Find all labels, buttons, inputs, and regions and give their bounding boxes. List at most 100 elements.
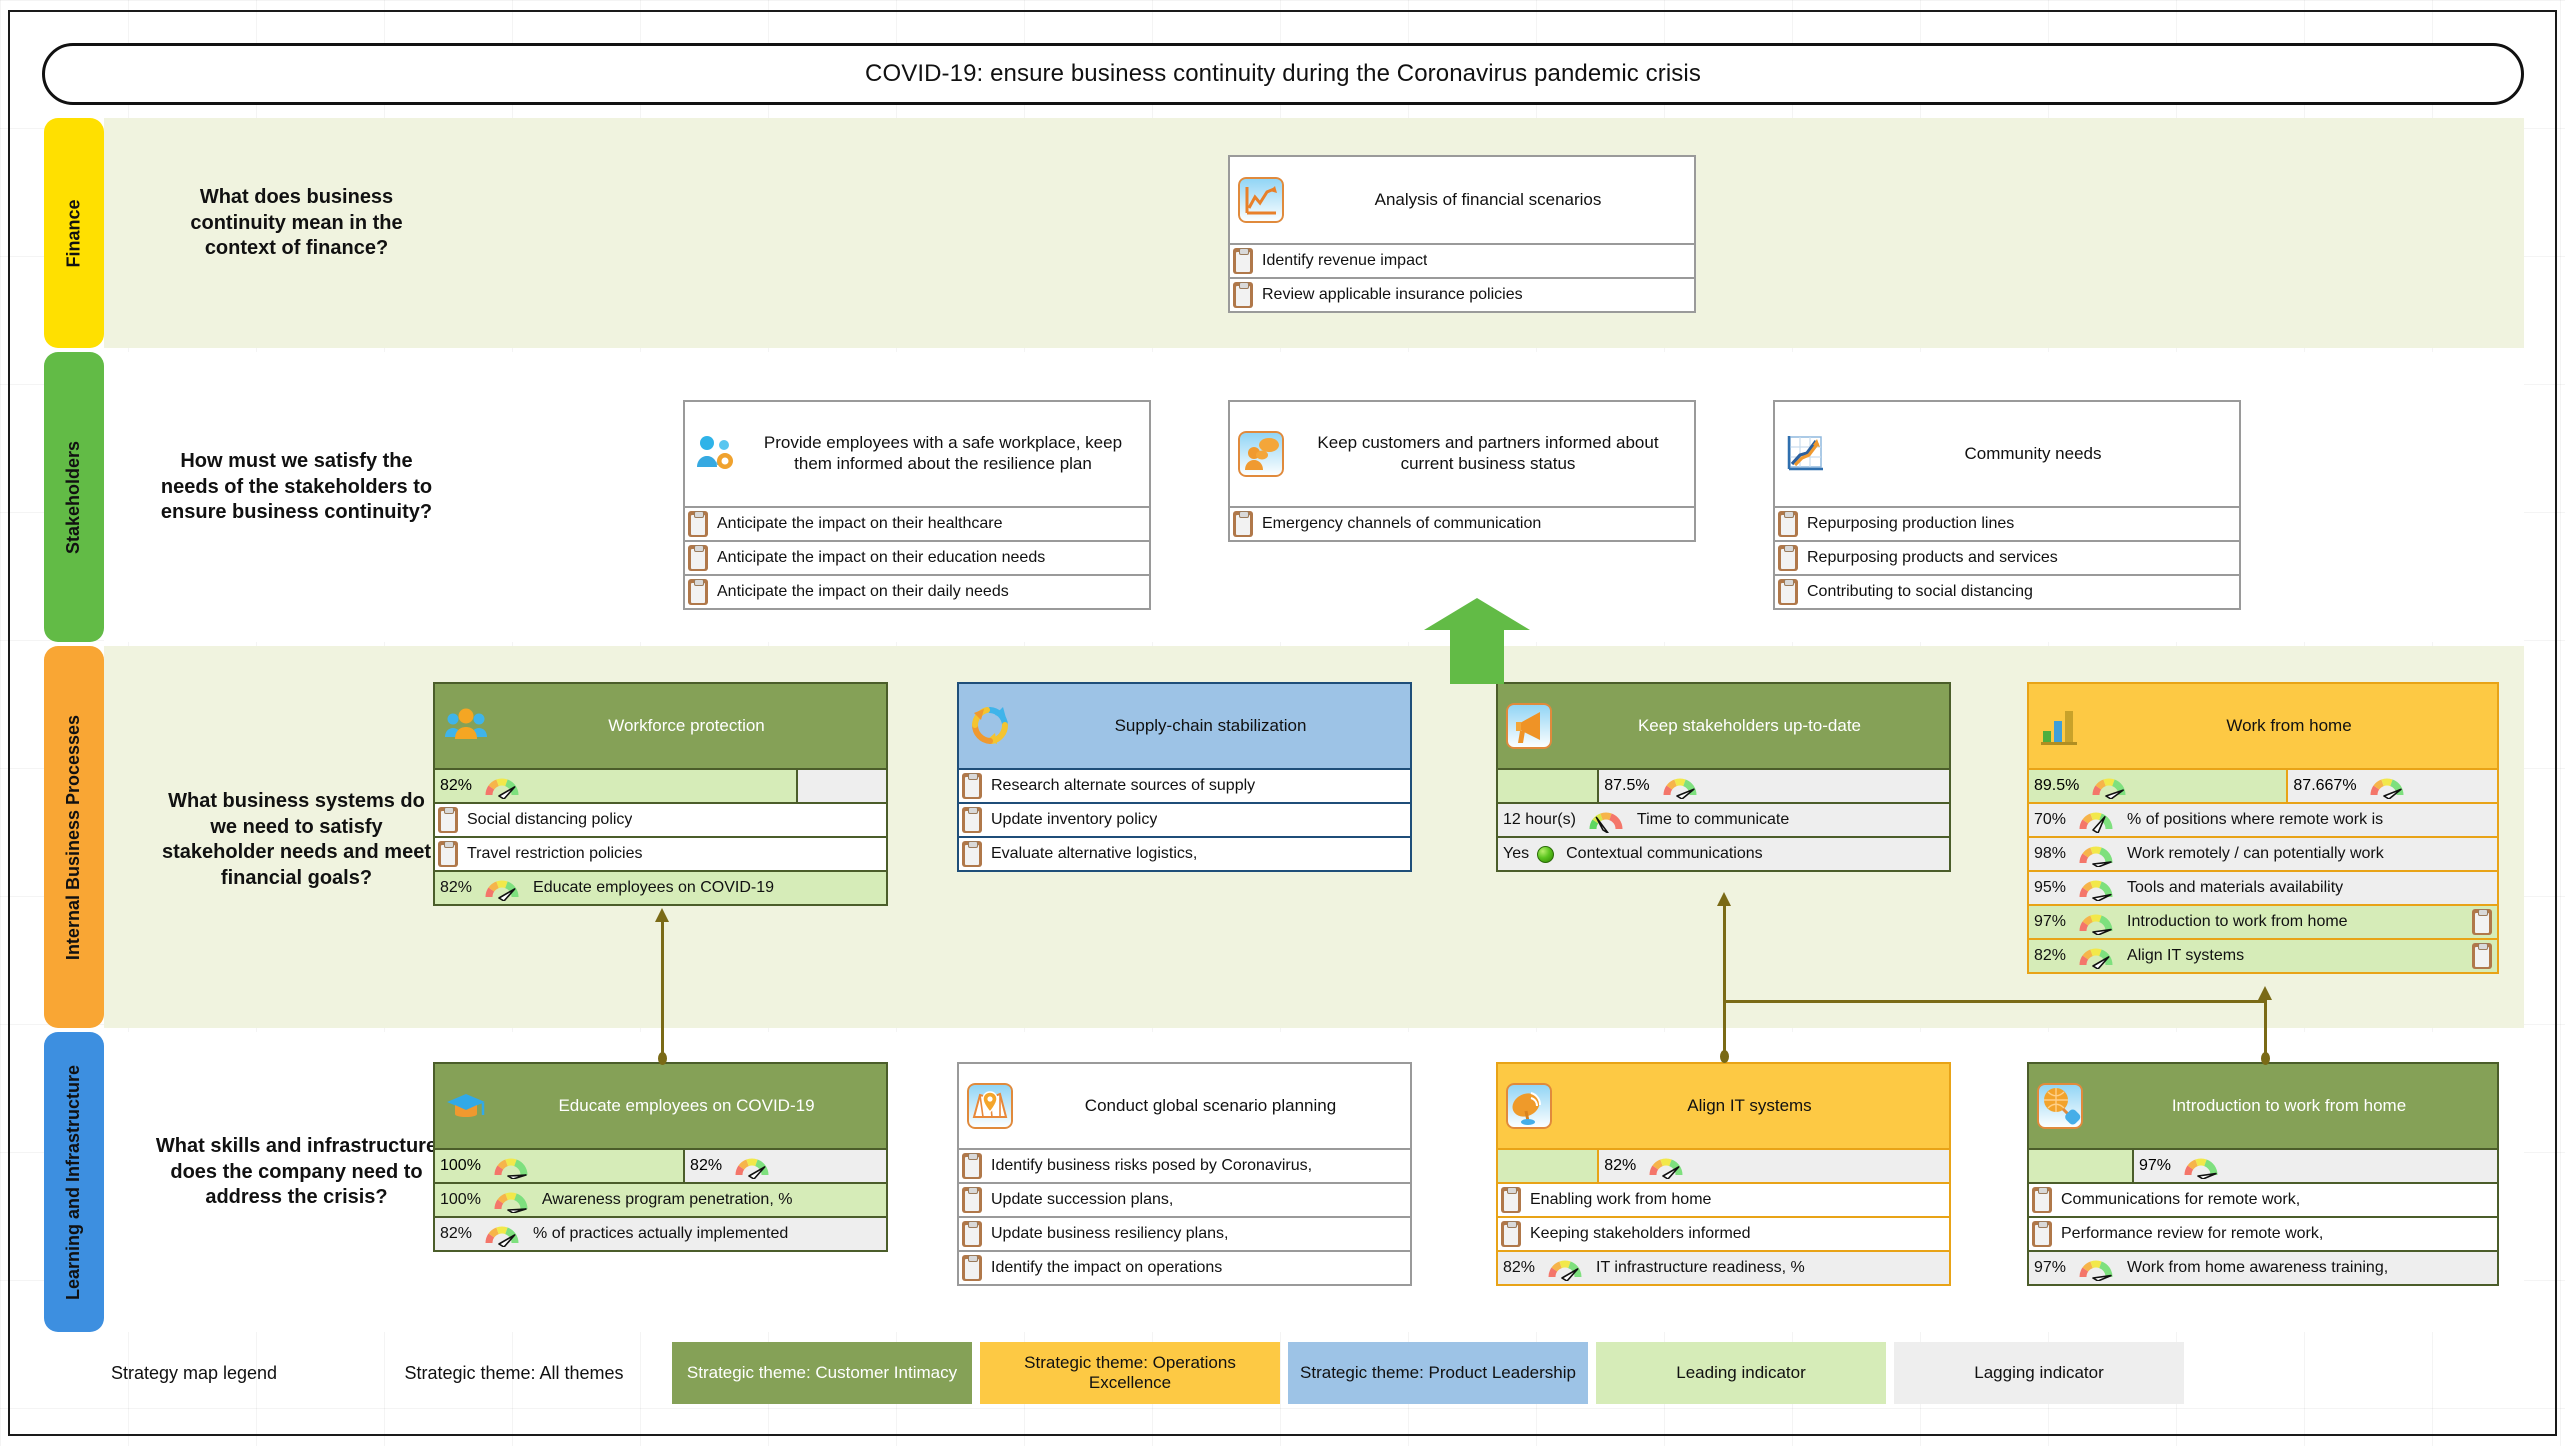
- gauge-icon: [2075, 807, 2117, 834]
- card-title: Community needs: [1964, 443, 2102, 463]
- objective-card-intro-wfh[interactable]: Introduction to work from home 97% Communi…: [2027, 1062, 2499, 1286]
- initiative-label: Repurposing production lines: [1807, 515, 2015, 532]
- kpi-row[interactable]: 97% Introduction to work from home: [2029, 904, 2497, 938]
- legend-chip-0[interactable]: Strategic theme: Customer Intimacy: [672, 1342, 972, 1404]
- perspective-tab[interactable]: Finance: [44, 118, 104, 348]
- connector-origin-dot: [1720, 1050, 1729, 1063]
- gauge-icon: [2075, 943, 2117, 970]
- legend-chip-2[interactable]: Strategic theme: Product Leadership: [1288, 1342, 1588, 1404]
- legend-gap: [1886, 1342, 1894, 1404]
- connector-line: [661, 922, 664, 1060]
- initiative-label: Social distancing policy: [467, 811, 633, 828]
- clipboard-icon: [962, 1187, 982, 1213]
- kpi-row[interactable]: 97% Work from home awareness training,: [2029, 1250, 2497, 1284]
- kpi-value: 100%: [440, 1191, 481, 1208]
- perspective-question: What skills and infrastructure does the …: [155, 1135, 438, 1209]
- objective-card-work-from-home[interactable]: Work from home 89.5% 87.667% 70% % of positi…: [2027, 682, 2499, 974]
- initiative-row[interactable]: Social distancing policy: [435, 802, 886, 836]
- objective-card-financial-scenarios[interactable]: Analysis of financial scenarios Identify …: [1228, 155, 1696, 313]
- perspective-question: How must we satisfy the needs of the sta…: [160, 450, 433, 524]
- initiative-row[interactable]: Identify business risks posed by Coronav…: [959, 1148, 1410, 1182]
- score-value: 82%: [440, 777, 473, 794]
- objective-card-workforce-protection[interactable]: Workforce protection 82% Social distancing…: [433, 682, 888, 906]
- initiative-row[interactable]: Anticipate the impact on their education…: [685, 540, 1149, 574]
- initiative-row[interactable]: Repurposing products and services: [1775, 540, 2239, 574]
- initiative-row[interactable]: Update business resiliency plans,: [959, 1216, 1410, 1250]
- kpi-label: Awareness program penetration, %: [541, 1191, 793, 1208]
- score-cell-leading: [2029, 1150, 2132, 1182]
- card-score-row: 89.5% 87.667%: [2029, 768, 2497, 802]
- kpi-value: 82%: [440, 1225, 473, 1242]
- kpi-value: Yes: [1503, 845, 1530, 862]
- objective-card-keep-stakeholders[interactable]: Keep stakeholders up-to-date 87.5% 12 hour…: [1496, 682, 1951, 872]
- legend-chip-3[interactable]: Leading indicator: [1596, 1342, 1886, 1404]
- clipboard-icon: [962, 773, 982, 799]
- kpi-row[interactable]: 12 hour(s) Time to communicate: [1498, 802, 1949, 836]
- initiative-row[interactable]: Identify revenue impact: [1230, 243, 1694, 277]
- kpi-row[interactable]: 82% Educate employees on COVID-19: [435, 870, 886, 904]
- green-dot-icon: [1537, 845, 1555, 863]
- score-cell-leading: 89.5%: [2029, 770, 2287, 802]
- initiative-row[interactable]: Update inventory policy: [959, 802, 1410, 836]
- objective-card-align-it[interactable]: Align IT systems 82% Enabling work from ho…: [1496, 1062, 1951, 1286]
- initiative-row[interactable]: Anticipate the impact on their daily nee…: [685, 574, 1149, 608]
- card-score-row: 97%: [2029, 1148, 2497, 1182]
- perspective-tab[interactable]: Stakeholders: [44, 352, 104, 642]
- initiative-row[interactable]: Repurposing production lines: [1775, 506, 2239, 540]
- initiative-row[interactable]: Research alternate sources of supply: [959, 768, 1410, 802]
- initiative-row[interactable]: Travel restriction policies: [435, 836, 886, 870]
- score-value: 87.667%: [2293, 777, 2357, 794]
- kpi-row[interactable]: 95% Tools and materials availability: [2029, 870, 2497, 904]
- initiative-row[interactable]: Anticipate the impact on their healthcar…: [685, 506, 1149, 540]
- initiative-row[interactable]: Emergency channels of communication: [1230, 506, 1694, 540]
- objective-card-safe-workplace[interactable]: Provide employees with a safe workplace,…: [683, 400, 1151, 610]
- kpi-row[interactable]: 82% IT infrastructure readiness, %: [1498, 1250, 1949, 1284]
- kpi-label: Work from home awareness training,: [2127, 1259, 2389, 1276]
- kpi-row[interactable]: Yes Contextual communications: [1498, 836, 1949, 870]
- card-header: Workforce protection: [435, 684, 886, 768]
- kpi-label: % of positions where remote work is: [2127, 811, 2384, 828]
- initiative-row[interactable]: Performance review for remote work,: [2029, 1216, 2497, 1250]
- kpi-label: Contextual communications: [1566, 845, 1763, 862]
- score-cell-lagging: 82%: [1597, 1150, 1949, 1182]
- card-title: Work from home: [2226, 715, 2352, 735]
- kpi-row[interactable]: 82% % of practices actually implemented: [435, 1216, 886, 1250]
- score-cell-lagging: 97%: [2131, 1150, 2497, 1182]
- objective-card-supply-chain[interactable]: Supply-chain stabilization Research alter…: [957, 682, 1412, 872]
- card-score-row: 100% 82%: [435, 1148, 886, 1182]
- initiative-row[interactable]: Evaluate alternative logistics,: [959, 836, 1410, 870]
- perspective-tab[interactable]: Internal Business Processes: [44, 646, 104, 1028]
- objective-card-scenario-planning[interactable]: Conduct global scenario planning Identify…: [957, 1062, 1412, 1286]
- kpi-label: Educate employees on COVID-19: [533, 879, 775, 896]
- legend-chip-4[interactable]: Lagging indicator: [1894, 1342, 2184, 1404]
- initiative-label: Update business resiliency plans,: [991, 1225, 1229, 1242]
- initiative-row[interactable]: Communications for remote work,: [2029, 1182, 2497, 1216]
- gauge-icon: [481, 875, 523, 902]
- initiative-row[interactable]: Review applicable insurance policies: [1230, 277, 1694, 311]
- clipboard-icon: [688, 579, 708, 605]
- initiative-row[interactable]: Enabling work from home: [1498, 1182, 1949, 1216]
- legend-caption: Strategy map legend: [110, 1362, 278, 1383]
- connector-origin-dot: [2261, 1052, 2270, 1065]
- kpi-row[interactable]: 82% Align IT systems: [2029, 938, 2497, 972]
- objective-card-community-needs[interactable]: Community needs Repurposing production li…: [1773, 400, 2241, 610]
- initiative-row[interactable]: Contributing to social distancing: [1775, 574, 2239, 608]
- person-speech-icon: [1238, 431, 1284, 477]
- kpi-row[interactable]: 100% Awareness program penetration, %: [435, 1182, 886, 1216]
- kpi-row[interactable]: 98% Work remotely / can potentially work: [2029, 836, 2497, 870]
- objective-card-educate-employees[interactable]: Educate employees on COVID-19 100% 82% 100%…: [433, 1062, 888, 1252]
- initiative-row[interactable]: Update succession plans,: [959, 1182, 1410, 1216]
- initiative-row[interactable]: Identify the impact on operations: [959, 1250, 1410, 1284]
- kpi-row[interactable]: 70% % of positions where remote work is: [2029, 802, 2497, 836]
- kpi-value: 82%: [440, 879, 473, 896]
- legend-chip-1[interactable]: Strategic theme: Operations Excellence: [980, 1342, 1280, 1404]
- perspective-tab[interactable]: Learning and Infrastructure: [44, 1032, 104, 1332]
- initiative-row[interactable]: Keeping stakeholders informed: [1498, 1216, 1949, 1250]
- perspective-label: Stakeholders: [63, 440, 84, 554]
- kpi-label: Time to communicate: [1636, 811, 1790, 828]
- score-cell-lagging: 87.5%: [1597, 770, 1949, 802]
- gauge-icon: [2088, 773, 2130, 800]
- circular-arrows-icon: [967, 703, 1013, 749]
- objective-card-keep-customers-informed[interactable]: Keep customers and partners informed abo…: [1228, 400, 1696, 542]
- clipboard-icon: [1233, 511, 1253, 537]
